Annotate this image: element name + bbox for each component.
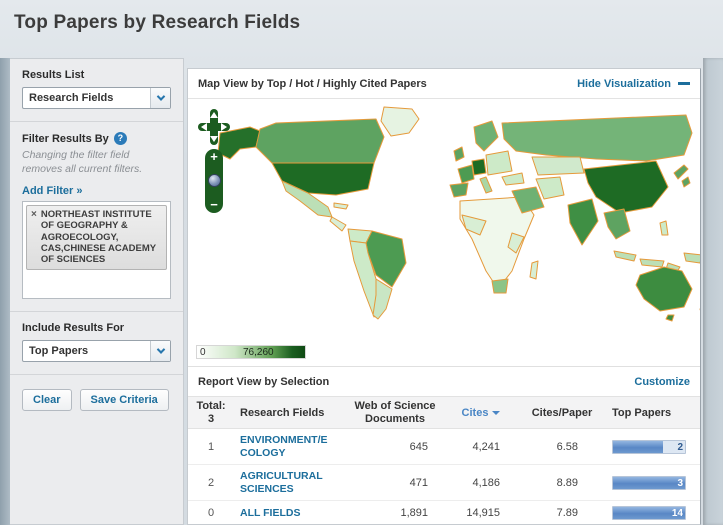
include-results-for-label: Include Results For xyxy=(22,322,125,335)
left-edge-strip xyxy=(0,58,10,525)
right-edge-strip xyxy=(703,58,723,525)
column-header-cites-per-paper: Cites/Paper xyxy=(531,406,593,419)
zoom-control: + − xyxy=(205,149,223,213)
top-papers-value: 2 xyxy=(677,441,683,453)
filter-note: Changing the filter field removes all cu… xyxy=(22,149,143,175)
map-view-title: Map View by Top / Hot / Highly Cited Pap… xyxy=(198,77,427,90)
results-list-label: Results List xyxy=(22,69,85,81)
pan-control[interactable] xyxy=(198,109,230,145)
include-results-selected-value: Top Papers xyxy=(29,345,89,358)
asia-shapes xyxy=(501,114,693,274)
legend-min-value: 0 xyxy=(200,347,206,358)
documents-value: 645 xyxy=(409,440,428,453)
report-view-title: Report View by Selection xyxy=(198,375,330,388)
top-papers-bar-fill xyxy=(613,476,685,489)
zoom-in-button[interactable]: + xyxy=(210,150,218,163)
table-row: 2 AGRICULTURAL SCIENCES 471 4,186 8.89 3 xyxy=(188,465,700,502)
save-criteria-button[interactable]: Save Criteria xyxy=(79,389,169,412)
cites-per-paper-value: 6.58 xyxy=(556,440,578,453)
row-rank: 1 xyxy=(207,440,215,453)
page-title: Top Papers by Research Fields xyxy=(14,12,301,33)
cites-value: 14,915 xyxy=(466,507,500,520)
top-papers-bar: 3 xyxy=(612,475,686,490)
add-filter-link[interactable]: Add Filter » xyxy=(22,185,83,197)
main-panel: Map View by Top / Hot / Highly Cited Pap… xyxy=(187,68,701,525)
sidebar: Results List Research Fields Filter Resu… xyxy=(10,58,184,525)
help-icon[interactable]: ? xyxy=(113,132,127,145)
row-rank: 0 xyxy=(207,507,215,520)
map-color-legend: 0 76,260 xyxy=(196,345,306,359)
cites-value: 4,241 xyxy=(472,440,500,453)
top-papers-bar-fill xyxy=(613,440,664,453)
results-list-section: Results List Research Fields xyxy=(10,59,183,122)
column-header-cites-sort[interactable]: Cites xyxy=(444,407,518,419)
filter-tag[interactable]: × NORTHEAST INSTITUTE OF GEOGRAPHY & AGR… xyxy=(26,205,167,271)
cites-sort-label: Cites xyxy=(461,406,489,419)
legend-max-value: 76,260 xyxy=(243,347,274,358)
chevron-down-icon xyxy=(150,341,170,362)
clear-button[interactable]: Clear xyxy=(22,389,72,412)
report-view-header: Report View by Selection Customize xyxy=(188,367,700,396)
top-papers-bar: 14 xyxy=(612,506,686,521)
total-count: Total: 3 xyxy=(188,400,234,425)
results-list-select[interactable]: Research Fields xyxy=(22,87,171,109)
hide-visualization-label: Hide Visualization xyxy=(577,77,671,90)
cites-value: 4,186 xyxy=(472,476,500,489)
south-america-shapes xyxy=(347,228,407,320)
research-field-link[interactable]: AGRICULTURAL SCIENCES xyxy=(240,470,330,495)
sort-desc-icon xyxy=(492,410,501,415)
table-row: 1 ENVIRONMENT/ECOLOGY 645 4,241 6.58 2 xyxy=(188,429,700,466)
sidebar-buttons: Clear Save Criteria xyxy=(10,375,183,425)
globe-icon[interactable] xyxy=(207,174,221,187)
north-america-shapes xyxy=(217,106,420,232)
top-papers-bar: 2 xyxy=(612,439,686,454)
column-header-top-papers: Top Papers xyxy=(612,406,672,419)
hide-visualization-link[interactable]: Hide Visualization xyxy=(577,78,690,90)
column-header-documents: Web of Science Documents xyxy=(354,399,436,425)
cites-per-paper-value: 8.89 xyxy=(556,476,578,489)
cites-per-paper-value: 7.89 xyxy=(556,507,578,520)
include-results-for-select[interactable]: Top Papers xyxy=(22,340,171,363)
research-field-link[interactable]: ALL FIELDS xyxy=(240,507,330,520)
top-papers-value: 14 xyxy=(671,508,683,520)
include-results-section: Include Results For Top Papers xyxy=(10,312,183,376)
results-list-selected-value: Research Fields xyxy=(29,92,114,104)
table-header-row: Total: 3 Research Fields Web of Science … xyxy=(188,396,700,429)
chevron-down-icon xyxy=(150,88,170,108)
filter-section: Filter Results By ? Changing the filter … xyxy=(10,122,183,313)
total-label: Total: xyxy=(196,399,226,412)
table-row: 0 ALL FIELDS 1,891 14,915 7.89 14 xyxy=(188,501,700,525)
remove-filter-icon[interactable]: × xyxy=(31,209,37,265)
world-map[interactable]: + − 0 76,260 xyxy=(188,99,700,367)
report-section: Report View by Selection Customize Total… xyxy=(188,367,700,525)
filter-results-by-label: Filter Results By xyxy=(22,132,109,145)
filter-list-box: × NORTHEAST INSTITUTE OF GEOGRAPHY & AGR… xyxy=(22,201,171,300)
documents-value: 471 xyxy=(409,476,428,489)
row-rank: 2 xyxy=(207,476,215,489)
zoom-out-button[interactable]: − xyxy=(210,198,218,211)
column-header-research-fields: Research Fields xyxy=(240,406,325,419)
world-map-svg xyxy=(217,106,700,322)
filter-tag-label: NORTHEAST INSTITUTE OF GEOGRAPHY & AGROE… xyxy=(40,209,156,266)
map-view-header: Map View by Top / Hot / Highly Cited Pap… xyxy=(188,69,700,99)
customize-link[interactable]: Customize xyxy=(634,376,690,388)
top-papers-value: 3 xyxy=(677,477,683,489)
total-value: 3 xyxy=(207,412,215,425)
minimize-icon xyxy=(678,82,690,85)
documents-value: 1,891 xyxy=(400,507,428,520)
research-field-link[interactable]: ENVIRONMENT/ECOLOGY xyxy=(240,434,330,459)
